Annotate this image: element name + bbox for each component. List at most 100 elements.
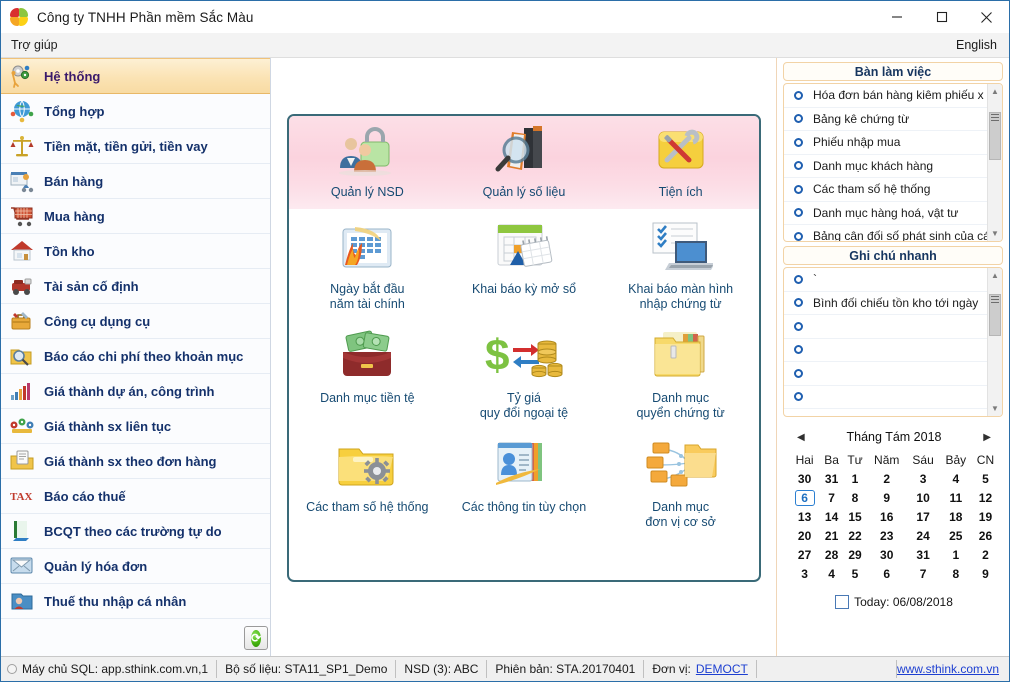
calendar-day[interactable]: 7 xyxy=(906,564,939,583)
calendar-day[interactable]: 1 xyxy=(843,469,867,488)
scroll-down-icon[interactable]: ▼ xyxy=(988,401,1002,416)
workdesk-item[interactable]: Danh mục hàng hoá, vật tư xyxy=(784,202,1002,225)
calendar-day[interactable]: 5 xyxy=(843,564,867,583)
sidebar-item-5[interactable]: Mua hàng xyxy=(1,199,270,234)
sidebar-item-9[interactable]: Báo cáo chi phí theo khoản mục xyxy=(1,339,270,374)
calendar-day[interactable]: 4 xyxy=(820,564,843,583)
calendar-day[interactable]: 31 xyxy=(906,545,939,564)
note-item[interactable]: ` xyxy=(784,268,1002,292)
sidebar-item-8[interactable]: Công cụ dụng cụ xyxy=(1,304,270,339)
notes-scrollbar[interactable]: ▲ ▼ xyxy=(987,268,1002,416)
calendar-day[interactable]: 2 xyxy=(867,469,906,488)
calendar-day[interactable]: 8 xyxy=(940,564,972,583)
calendar-day[interactable]: 2 xyxy=(972,545,999,564)
scroll-up-icon[interactable]: ▲ xyxy=(988,84,1002,99)
calendar-day[interactable]: 9 xyxy=(867,488,906,507)
menu-item-help[interactable]: Trợ giúp xyxy=(1,33,68,57)
calendar-day[interactable]: 19 xyxy=(972,507,999,526)
calendar-day[interactable]: 6 xyxy=(867,564,906,583)
workdesk-item[interactable]: Các tham số hệ thống xyxy=(784,178,1002,202)
tile-3-3[interactable]: Danh mục đơn vị cơ sở xyxy=(606,437,756,530)
calendar-day[interactable]: 3 xyxy=(906,469,939,488)
minimize-icon[interactable] xyxy=(874,1,919,33)
tile-banner-1[interactable]: Quản lý NSD xyxy=(292,122,442,200)
sidebar-item-14[interactable]: BCQT theo các trường tự do xyxy=(1,514,270,549)
sidebar-item-7[interactable]: Tài sản cố định xyxy=(1,269,270,304)
calendar-day[interactable]: 3 xyxy=(789,564,820,583)
tile-banner-2[interactable]: Quản lý số liệu xyxy=(449,122,599,200)
sidebar-item-13[interactable]: TAX Báo cáo thuế xyxy=(1,479,270,514)
workdesk-item[interactable]: Hóa đơn bán hàng kiêm phiếu x xyxy=(784,84,1002,108)
calendar-day[interactable]: 8 xyxy=(843,488,867,507)
workdesk-item[interactable]: Bảng cân đối số phát sinh của cá xyxy=(784,225,1002,241)
calendar-day[interactable]: 18 xyxy=(940,507,972,526)
status-website-link[interactable]: www.sthink.com.vn xyxy=(897,662,1009,676)
calendar-day[interactable]: 20 xyxy=(789,526,820,545)
note-item[interactable] xyxy=(784,315,1002,339)
chevron-right-icon[interactable]: ▶ xyxy=(983,432,991,443)
calendar-day[interactable]: 5 xyxy=(972,469,999,488)
calendar-day[interactable]: 24 xyxy=(906,526,939,545)
workdesk-item[interactable]: Bảng kê chứng từ xyxy=(784,108,1002,131)
scrollbar-thumb[interactable] xyxy=(989,294,1001,336)
sidebar-item-3[interactable]: Tiền mặt, tiền gửi, tiền vay xyxy=(1,129,270,164)
note-item[interactable]: Bình đối chiếu tồn kho tới ngày xyxy=(784,292,1002,315)
sidebar-item-6[interactable]: Tồn kho xyxy=(1,234,270,269)
workdesk-item[interactable]: Danh mục khách hàng xyxy=(784,155,1002,178)
calendar-day[interactable]: 30 xyxy=(789,469,820,488)
calendar-day[interactable]: 13 xyxy=(789,507,820,526)
sidebar-item-15[interactable]: Quản lý hóa đơn xyxy=(1,549,270,584)
calendar-day[interactable]: 9 xyxy=(972,564,999,583)
calendar-day[interactable]: 1 xyxy=(940,545,972,564)
sidebar-item-16[interactable]: Thuế thu nhập cá nhân xyxy=(1,584,270,619)
calendar-day[interactable]: 17 xyxy=(906,507,939,526)
tile-3-1[interactable]: Các tham số hệ thống xyxy=(292,437,442,515)
sidebar-item-11[interactable]: Giá thành sx liên tục xyxy=(1,409,270,444)
tile-2-1[interactable]: Danh mục tiền tệ xyxy=(292,328,442,406)
sidebar-item-10[interactable]: Giá thành dự án, công trình xyxy=(1,374,270,409)
tile-1-1[interactable]: Ngày bắt đầu năm tài chính xyxy=(292,219,442,312)
calendar-day[interactable]: 30 xyxy=(867,545,906,564)
calendar-day[interactable]: 28 xyxy=(820,545,843,564)
calendar-day[interactable]: 27 xyxy=(789,545,820,564)
sidebar-item-12[interactable]: Giá thành sx theo đơn hàng xyxy=(1,444,270,479)
note-item[interactable] xyxy=(784,362,1002,386)
scroll-up-icon[interactable]: ▲ xyxy=(988,268,1002,283)
tile-1-2[interactable]: Khai báo kỳ mở sổ xyxy=(449,219,599,297)
chevron-left-icon[interactable]: ◀ xyxy=(797,432,805,443)
workdesk-item[interactable]: Phiếu nhập mua xyxy=(784,131,1002,155)
calendar-day[interactable]: 22 xyxy=(843,526,867,545)
calendar-day[interactable]: 12 xyxy=(972,488,999,507)
calendar-day[interactable]: 21 xyxy=(820,526,843,545)
calendar-day[interactable]: 11 xyxy=(940,488,972,507)
calendar-day-selected[interactable]: 6 xyxy=(789,488,820,507)
calendar-day[interactable]: 31 xyxy=(820,469,843,488)
tile-2-2[interactable]: $ Tỷ giá quy đổi ngoại tệ xyxy=(449,328,599,421)
tile-1-3[interactable]: Khai báo màn hình nhập chứng từ xyxy=(606,219,756,312)
workdesk-scrollbar[interactable]: ▲ ▼ xyxy=(987,84,1002,241)
sidebar-item-4[interactable]: Bán hàng xyxy=(1,164,270,199)
note-item[interactable] xyxy=(784,339,1002,362)
tile-2-3[interactable]: Danh mục quyển chứng từ xyxy=(606,328,756,421)
note-item[interactable] xyxy=(784,386,1002,409)
refresh-green-icon[interactable]: ⟳ xyxy=(244,626,268,650)
calendar-day[interactable]: 15 xyxy=(843,507,867,526)
calendar-day[interactable]: 10 xyxy=(906,488,939,507)
tile-3-2[interactable]: Các thông tin tùy chọn xyxy=(449,437,599,515)
status-unit-value[interactable]: DEMOCT xyxy=(696,662,748,676)
language-switch[interactable]: English xyxy=(956,38,1009,52)
sidebar-item-2[interactable]: Tổng hợp xyxy=(1,94,270,129)
calendar-day[interactable]: 29 xyxy=(843,545,867,564)
calendar-day[interactable]: 7 xyxy=(820,488,843,507)
calendar-day[interactable]: 25 xyxy=(940,526,972,545)
scrollbar-thumb[interactable] xyxy=(989,112,1001,160)
today-checkbox[interactable] xyxy=(835,595,850,609)
calendar-day[interactable]: 23 xyxy=(867,526,906,545)
calendar-day[interactable]: 4 xyxy=(940,469,972,488)
close-icon[interactable] xyxy=(964,1,1009,33)
calendar-day[interactable]: 26 xyxy=(972,526,999,545)
scroll-down-icon[interactable]: ▼ xyxy=(988,226,1002,241)
tile-banner-3[interactable]: Tiện ích xyxy=(606,122,756,200)
sidebar-item-1[interactable]: Hệ thống xyxy=(1,58,270,94)
maximize-icon[interactable] xyxy=(919,1,964,33)
